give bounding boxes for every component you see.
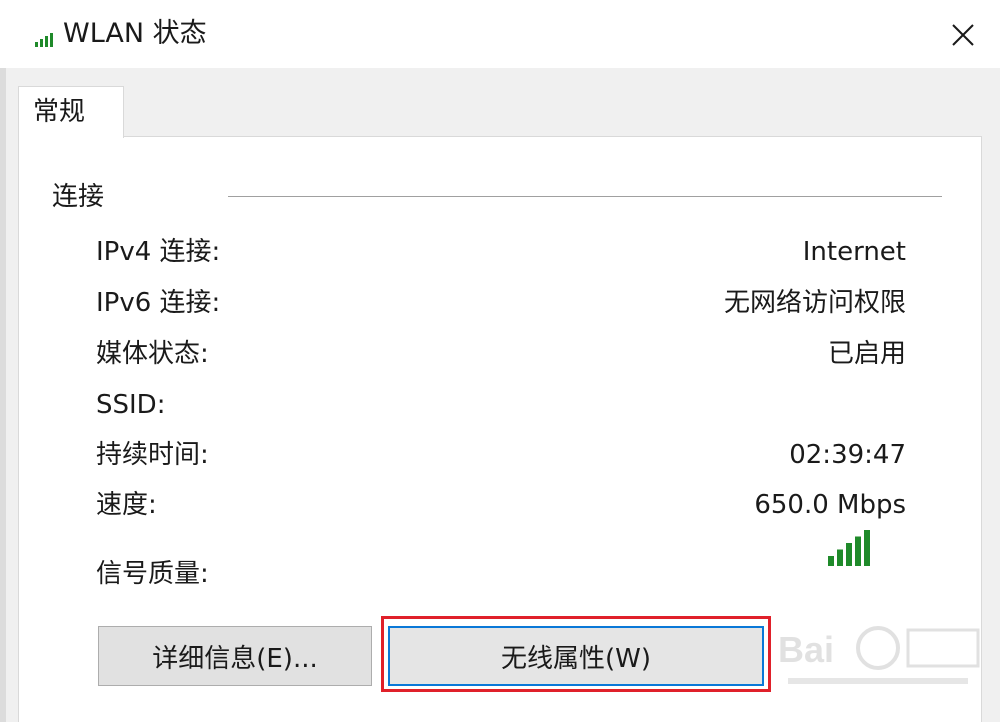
- speed-value: 650.0 Mbps: [754, 490, 906, 520]
- duration-label: 持续时间:: [96, 440, 209, 470]
- speed-label: 速度:: [96, 490, 157, 520]
- connection-section-title: 连接: [52, 182, 105, 212]
- tab-general-label: 常规: [33, 97, 86, 127]
- ipv6-label: IPv6 连接:: [96, 288, 221, 318]
- title-bar: WLAN 状态: [0, 0, 1000, 68]
- media-state-label: 媒体状态:: [96, 339, 209, 369]
- wireless-properties-button[interactable]: 无线属性(W): [388, 626, 764, 686]
- signal-bar: [855, 536, 861, 566]
- signal-bar: [828, 556, 834, 566]
- details-button[interactable]: 详细信息(E)...: [98, 626, 372, 686]
- wlan-status-window: WLAN 状态 常规 连接 IPv4 连接: Internet IPv6 连接:…: [0, 0, 1000, 722]
- media-state-value: 已启用: [827, 339, 906, 369]
- signal-bar: [846, 543, 852, 566]
- ssid-label: SSID:: [96, 390, 166, 420]
- ipv4-value: Internet: [802, 237, 906, 267]
- window-edge: [0, 68, 6, 722]
- close-button[interactable]: [940, 12, 986, 58]
- signal-bar: [864, 530, 870, 566]
- ipv6-value: 无网络访问权限: [723, 288, 906, 318]
- signal-quality-label: 信号质量:: [96, 559, 209, 589]
- close-icon: [952, 24, 974, 46]
- duration-value: 02:39:47: [789, 440, 906, 470]
- section-divider: [228, 196, 942, 197]
- signal-bar: [837, 549, 843, 566]
- ipv4-label: IPv4 连接:: [96, 237, 221, 267]
- wifi-signal-icon: [35, 33, 53, 47]
- signal-strength-icon: [828, 530, 870, 566]
- tab-general[interactable]: 常规: [18, 86, 124, 138]
- window-title: WLAN 状态: [63, 18, 207, 49]
